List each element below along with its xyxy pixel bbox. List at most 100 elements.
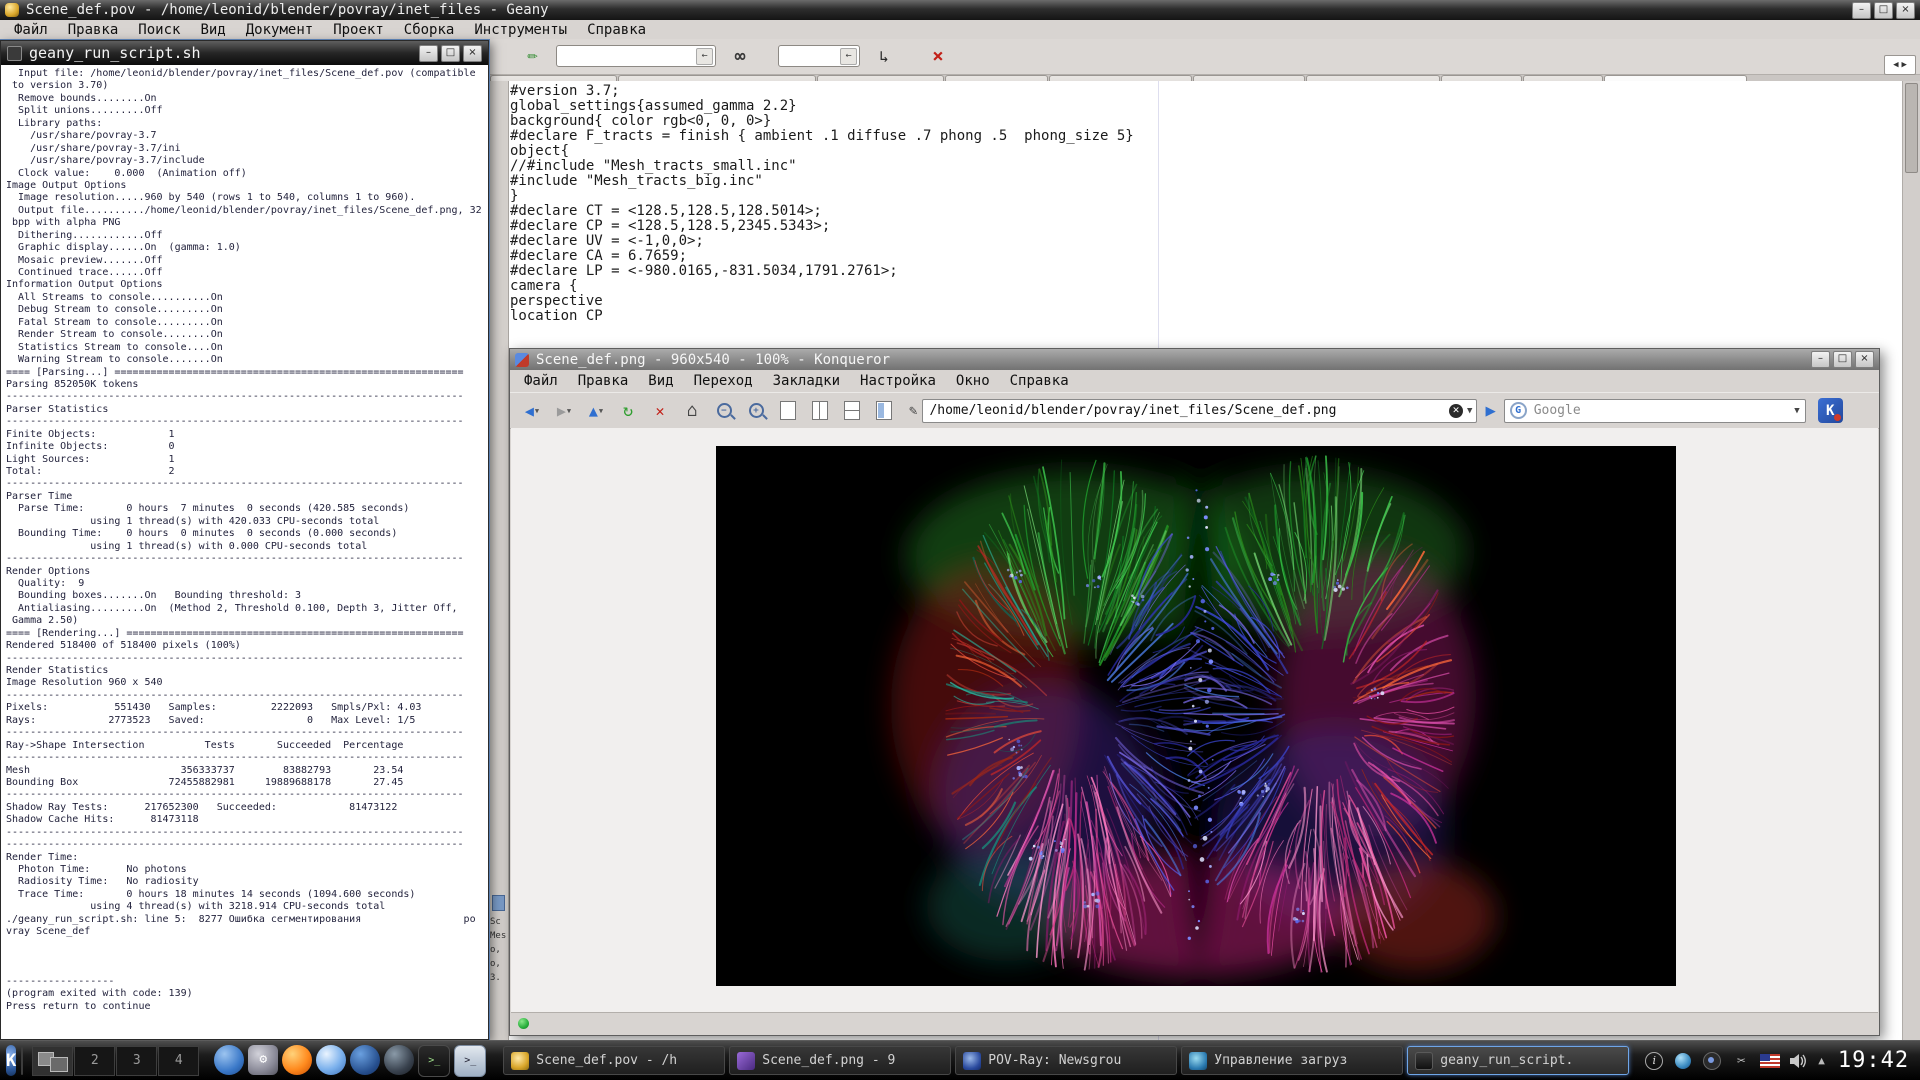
- launcher-icon[interactable]: [214, 1045, 244, 1075]
- minimize-button[interactable]: [419, 45, 438, 62]
- tab-scroll-left-icon[interactable]: ◀: [1893, 60, 1898, 70]
- menu-item[interactable]: Правка: [568, 373, 639, 389]
- back-icon[interactable]: ◀▼: [517, 398, 547, 424]
- terminal-output[interactable]: Input file: /home/leonid/blender/povray/…: [1, 65, 488, 1039]
- geany-titlebar[interactable]: Scene_def.pov - /home/leonid/blender/pov…: [0, 0, 1920, 20]
- reload-icon[interactable]: ↻: [613, 398, 643, 424]
- clear-search-icon[interactable]: ←: [696, 48, 713, 65]
- address-dropdown-icon[interactable]: ▼: [1467, 406, 1472, 416]
- close-button[interactable]: [1896, 2, 1915, 19]
- pager-cell[interactable]: [32, 1046, 73, 1076]
- menu-item[interactable]: Поиск: [128, 22, 190, 38]
- clear-line-icon[interactable]: ←: [840, 48, 857, 65]
- zoom-out-icon[interactable]: −: [709, 398, 739, 424]
- toolbar-line-field[interactable]: ←: [778, 45, 860, 67]
- pager-cell[interactable]: 3: [116, 1046, 157, 1076]
- search-dropdown-icon[interactable]: ▼: [1794, 406, 1799, 416]
- color-chooser-icon[interactable]: ✎: [515, 39, 549, 73]
- toolbar-search-field[interactable]: ←: [556, 45, 716, 67]
- menu-item[interactable]: Файл: [514, 373, 568, 389]
- menu-item[interactable]: Закладки: [763, 373, 850, 389]
- menu-item[interactable]: Правка: [58, 22, 129, 38]
- sidebar-item-fragment[interactable]: Mes: [490, 931, 506, 941]
- menu-item[interactable]: Инструменты: [464, 22, 577, 38]
- view-page-icon[interactable]: [773, 398, 803, 424]
- maximize-button[interactable]: [1833, 351, 1852, 368]
- menu-item[interactable]: Справка: [1000, 373, 1079, 389]
- search-bar[interactable]: G ▼: [1504, 399, 1806, 423]
- network-tray-icon[interactable]: [1702, 1051, 1722, 1071]
- sidebar-view-icon[interactable]: [869, 398, 899, 424]
- find-icon[interactable]: ∞: [728, 44, 752, 68]
- task-button[interactable]: POV-Ray: Newsgrou: [955, 1046, 1177, 1075]
- menu-item[interactable]: Переход: [684, 373, 763, 389]
- task-button[interactable]: geany_run_script.: [1407, 1046, 1629, 1075]
- sidebar-scroll-thumb[interactable]: [492, 895, 505, 911]
- menu-item[interactable]: Вид: [190, 22, 235, 38]
- maximize-button[interactable]: [1874, 2, 1893, 19]
- task-button[interactable]: Управление загруз: [1181, 1046, 1403, 1075]
- close-button[interactable]: [463, 45, 482, 62]
- web-search-input[interactable]: [1532, 402, 1790, 419]
- search-input[interactable]: [557, 48, 696, 64]
- launcher-icon[interactable]: ⚙: [248, 1045, 278, 1075]
- jump-to-line-icon[interactable]: ↳: [872, 44, 896, 68]
- up-icon[interactable]: ▲▼: [581, 398, 611, 424]
- launcher-icon[interactable]: >_: [454, 1045, 486, 1077]
- address-bar[interactable]: ✕ ▼: [922, 399, 1477, 423]
- menu-item[interactable]: Документ: [236, 22, 323, 38]
- tab-scroll-buttons[interactable]: ◀ ▶: [1884, 55, 1916, 75]
- menu-item[interactable]: Проект: [323, 22, 394, 38]
- tab-scroll-right-icon[interactable]: ▶: [1902, 60, 1907, 70]
- go-icon[interactable]: ▶: [1485, 401, 1495, 421]
- menu-item[interactable]: Окно: [946, 373, 1000, 389]
- goto-line-input[interactable]: [779, 48, 840, 64]
- split-view-vertical-icon[interactable]: [805, 398, 835, 424]
- menu-item[interactable]: Сборка: [394, 22, 465, 38]
- launcher-icon[interactable]: [384, 1045, 414, 1075]
- menu-item[interactable]: Справка: [577, 22, 656, 38]
- zoom-in-icon[interactable]: +: [741, 398, 771, 424]
- quit-icon[interactable]: ×: [926, 44, 950, 68]
- pager-cell[interactable]: 4: [158, 1046, 199, 1076]
- klipper-icon[interactable]: ✂: [1731, 1051, 1751, 1071]
- terminal-titlebar[interactable]: geany_run_script.sh: [1, 41, 488, 65]
- window-list-button[interactable]: [21, 1047, 23, 1075]
- volume-icon[interactable]: [1789, 1051, 1809, 1071]
- close-button[interactable]: [1855, 351, 1874, 368]
- keyboard-layout-flag-icon[interactable]: [1760, 1051, 1780, 1071]
- forward-icon[interactable]: ▶▼: [549, 398, 579, 424]
- minimize-button[interactable]: [1811, 351, 1830, 368]
- home-icon[interactable]: ⌂: [677, 398, 707, 424]
- info-tray-icon[interactable]: i: [1644, 1051, 1664, 1071]
- clear-address-icon[interactable]: ✕: [1449, 404, 1463, 418]
- sidebar-item-fragment[interactable]: 3.: [490, 973, 506, 983]
- stop-icon[interactable]: ✕: [645, 398, 675, 424]
- kde-menu-button[interactable]: K: [6, 1045, 16, 1076]
- task-button[interactable]: Scene_def.png - 9: [729, 1046, 951, 1075]
- sidebar-item-fragment[interactable]: o,: [490, 945, 506, 955]
- split-view-horizontal-icon[interactable]: [837, 398, 867, 424]
- sidebar-item-fragment[interactable]: Sc: [490, 917, 506, 927]
- menu-item[interactable]: Настройка: [850, 373, 946, 389]
- menu-item[interactable]: Вид: [638, 373, 683, 389]
- task-button[interactable]: Scene_def.pov - /h: [503, 1046, 725, 1075]
- menu-item[interactable]: Файл: [4, 22, 58, 38]
- tray-expand-icon[interactable]: ▲: [1818, 1054, 1825, 1067]
- launcher-icon[interactable]: [316, 1045, 346, 1075]
- konqueror-titlebar[interactable]: Scene_def.png - 960x540 - 100% - Konquer…: [510, 349, 1879, 370]
- launcher-icon[interactable]: [282, 1045, 312, 1075]
- launcher-icon[interactable]: [350, 1045, 380, 1075]
- java-tray-icon[interactable]: [1673, 1051, 1693, 1071]
- maximize-button[interactable]: [441, 45, 460, 62]
- editor-scrollbar-thumb[interactable]: [1905, 83, 1918, 173]
- editor-scrollbar[interactable]: [1902, 81, 1920, 1040]
- terminal-line: ----------------------------------------…: [6, 789, 488, 801]
- terminal-line: Parser Statistics: [6, 404, 488, 416]
- minimize-button[interactable]: [1852, 2, 1871, 19]
- launcher-icon[interactable]: >_: [418, 1045, 450, 1077]
- address-input[interactable]: [927, 402, 1445, 419]
- sidebar-item-fragment[interactable]: o,: [490, 959, 506, 969]
- pager-cell[interactable]: 2: [74, 1046, 115, 1076]
- taskbar-clock[interactable]: 19:42: [1838, 1048, 1909, 1073]
